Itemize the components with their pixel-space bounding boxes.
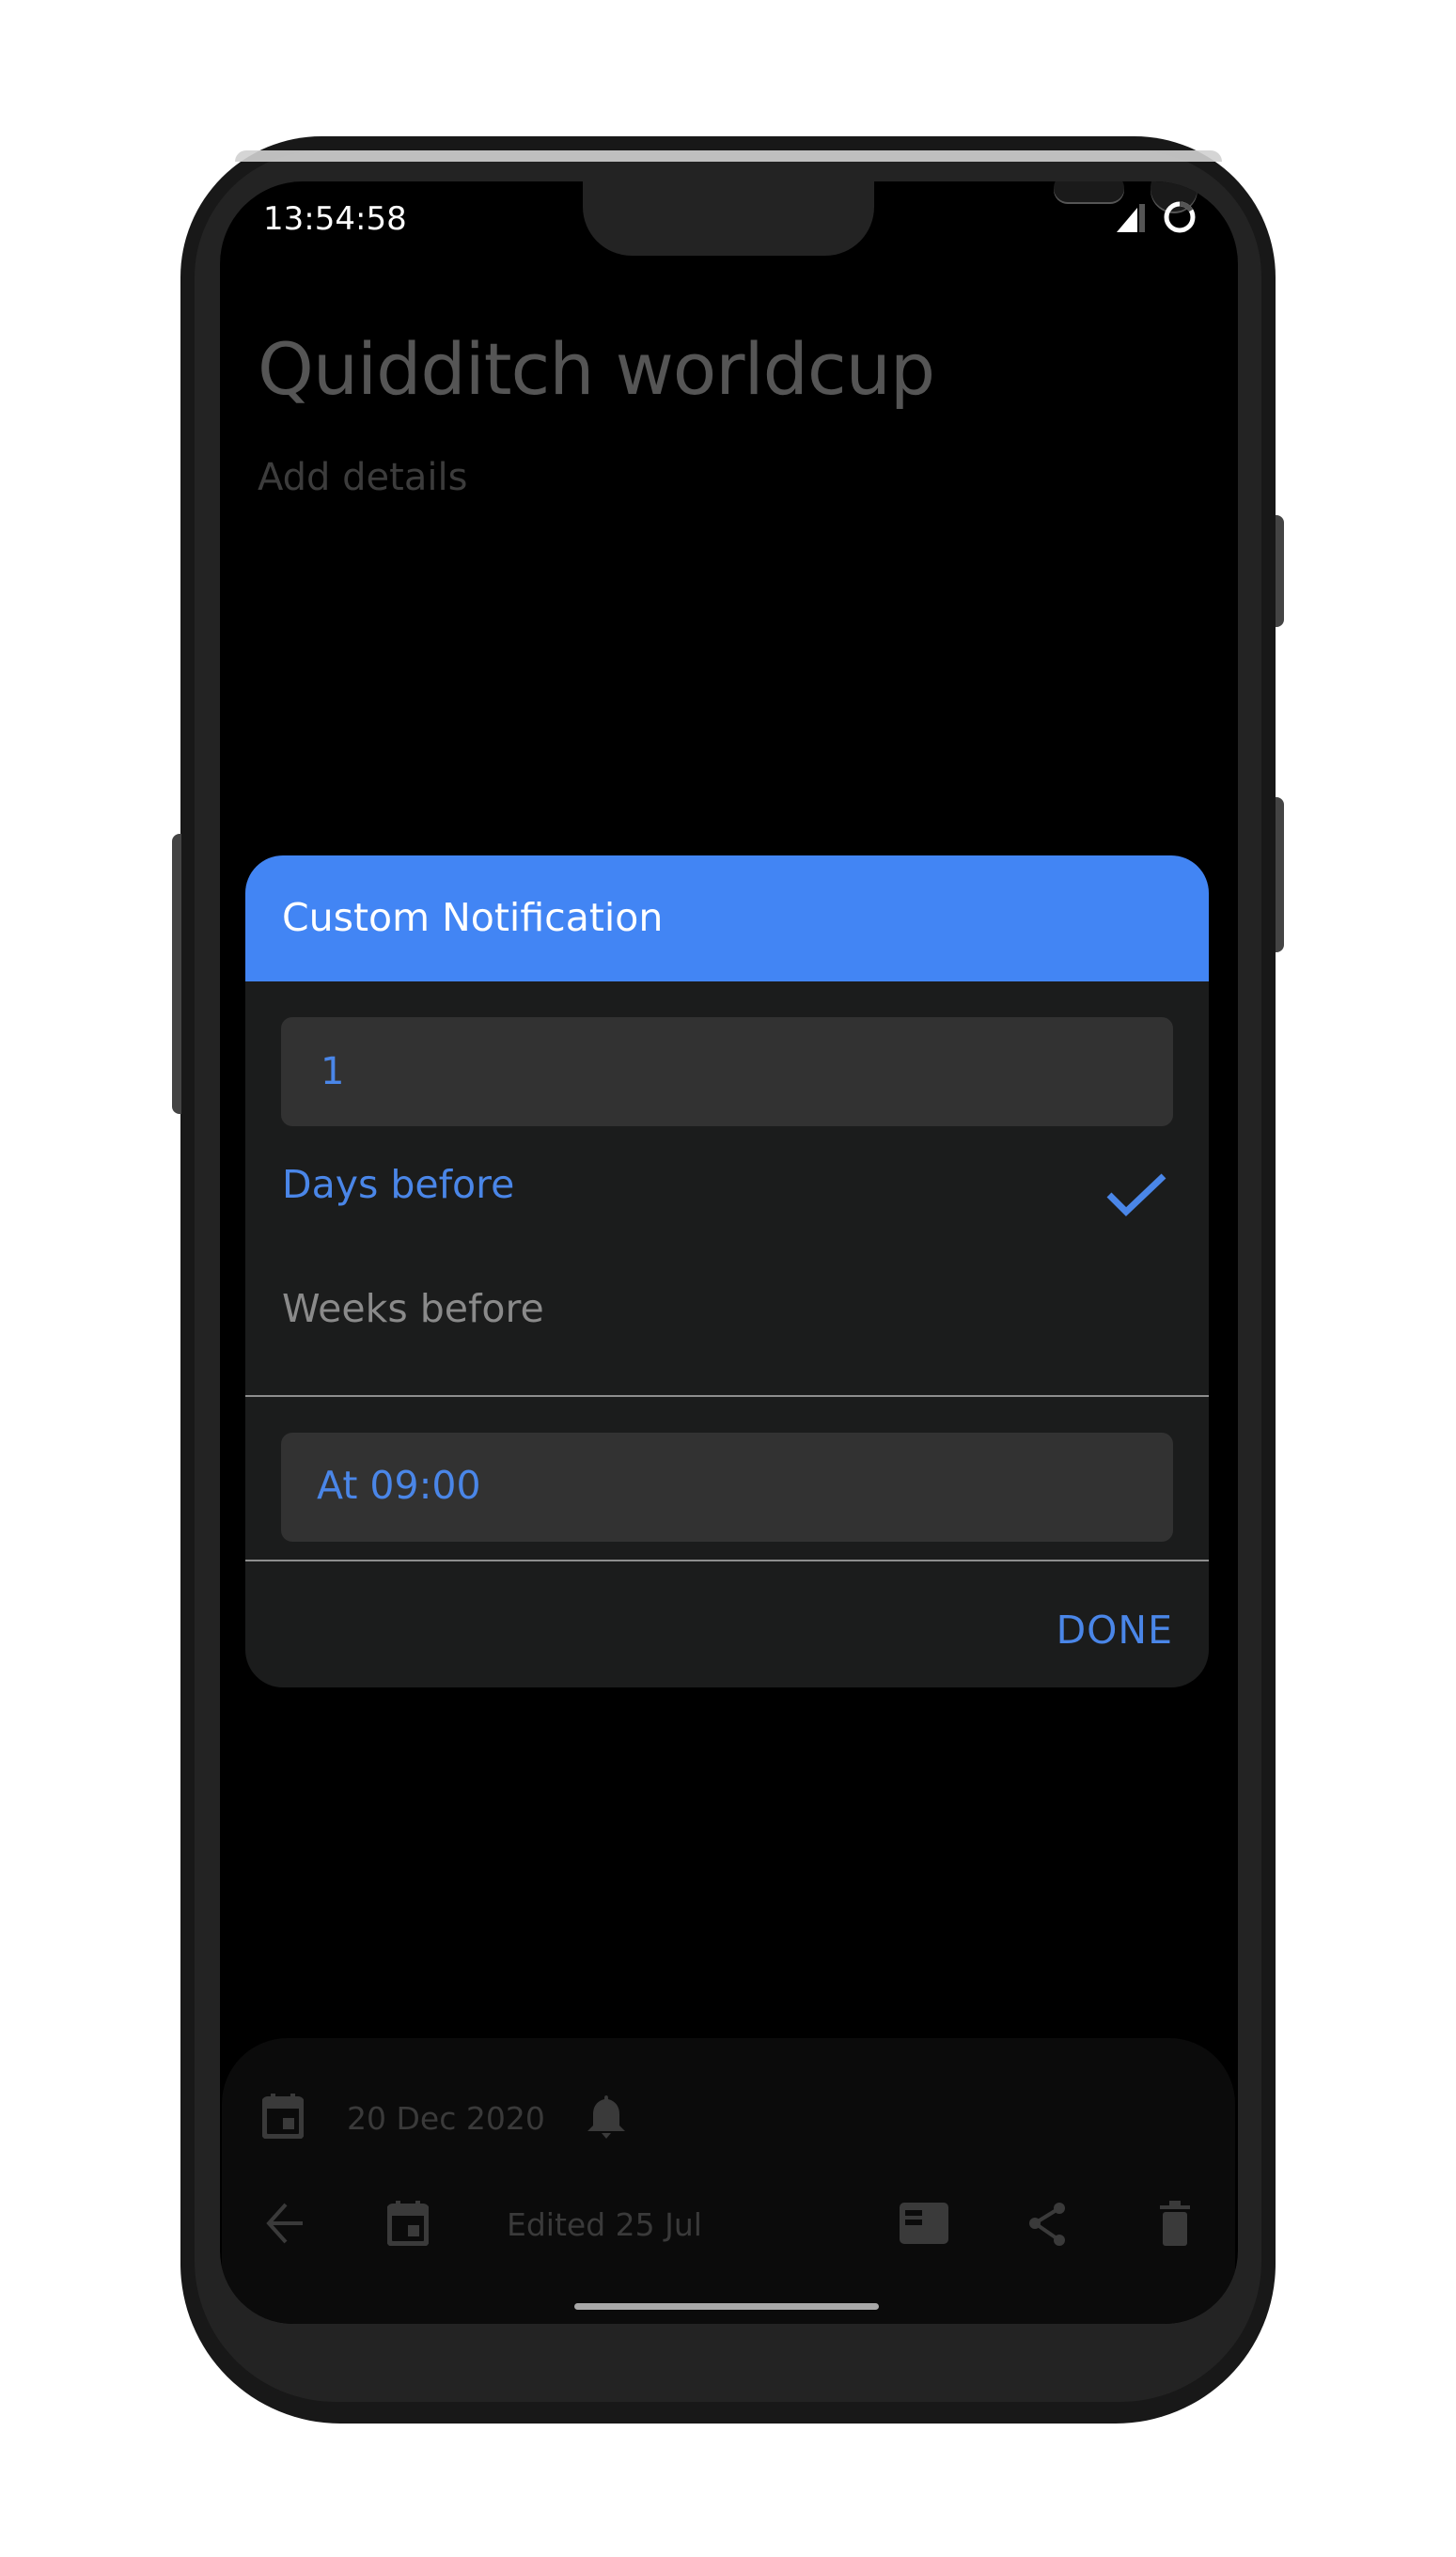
volume-button <box>1276 515 1284 627</box>
divider <box>245 1395 1209 1397</box>
dialog-title: Custom Notification <box>282 895 664 940</box>
side-button-left <box>172 834 181 1114</box>
notch <box>583 181 1198 256</box>
bottom-panel: 20 Dec 2020 Edited 25 Jul <box>222 2038 1235 2324</box>
home-indicator[interactable] <box>574 2303 879 2310</box>
back-arrow-icon[interactable] <box>263 2201 305 2246</box>
note-title[interactable]: Quidditch worldcup <box>258 327 935 411</box>
divider <box>245 1560 1209 1561</box>
phone-screen: 13:54:58 Quidditch worldcup Add details … <box>220 181 1238 2324</box>
power-button <box>1276 797 1284 952</box>
option-days-before[interactable]: Days before <box>245 1136 1209 1239</box>
check-icon <box>1106 1173 1166 1216</box>
note-details-field[interactable]: Add details <box>258 456 467 499</box>
bell-icon[interactable] <box>586 2094 627 2139</box>
option-label: Weeks before <box>282 1286 544 1331</box>
calendar-icon[interactable] <box>387 2201 429 2246</box>
option-weeks-before[interactable]: Weeks before <box>245 1260 1209 1363</box>
share-icon[interactable] <box>1027 2201 1069 2246</box>
phone-highlight <box>235 150 1222 162</box>
status-time: 13:54:58 <box>263 200 407 238</box>
time-picker-button[interactable]: At 09:00 <box>281 1433 1173 1542</box>
edited-timestamp: Edited 25 Jul <box>507 2206 702 2243</box>
time-label: At 09:00 <box>317 1463 481 1508</box>
dialog-header: Custom Notification <box>245 855 1209 981</box>
battery-icon <box>1164 201 1196 233</box>
amount-input[interactable] <box>281 1017 1173 1126</box>
calendar-icon[interactable] <box>262 2094 304 2139</box>
speaker <box>1054 181 1124 202</box>
reminder-date[interactable]: 20 Dec 2020 <box>347 2100 545 2137</box>
trash-icon[interactable] <box>1154 2201 1196 2246</box>
option-label: Days before <box>282 1162 515 1207</box>
notes-icon[interactable] <box>898 2201 950 2246</box>
done-button[interactable]: DONE <box>1057 1608 1173 1653</box>
signal-icon <box>1117 204 1145 232</box>
custom-notification-dialog: Custom Notification Days before Weeks be… <box>245 855 1209 1687</box>
